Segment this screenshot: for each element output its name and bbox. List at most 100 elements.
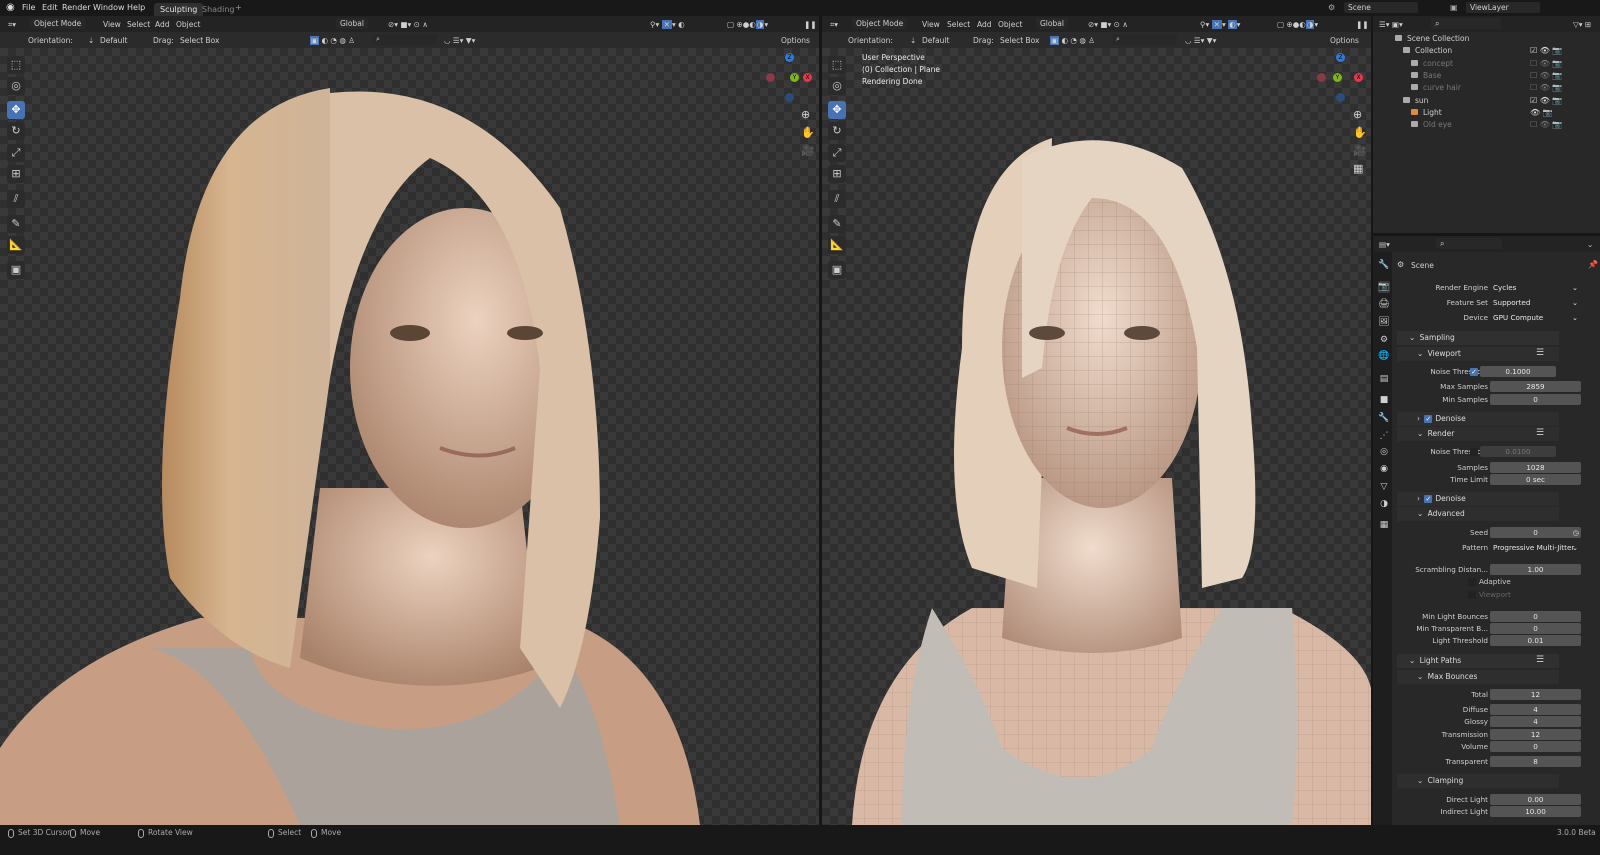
- annotate-tool-icon[interactable]: ⫽: [828, 190, 846, 208]
- checkbox[interactable]: ✓: [1424, 495, 1433, 503]
- viewport-left[interactable]: ⌗▾ Object Mode View Select Add Object Gl…: [0, 16, 819, 825]
- pause-icon[interactable]: ❚❚: [1356, 20, 1369, 29]
- shading-modes-icon[interactable]: ▢ ⊕●◐◑▾: [1277, 20, 1318, 29]
- modifier-tab-icon[interactable]: 🔧: [1378, 412, 1390, 424]
- drag-dropdown[interactable]: Select Box: [1000, 36, 1039, 45]
- editor-type-icon[interactable]: ⌗▾: [8, 20, 16, 30]
- gizmo-toggle-icon[interactable]: ⚲▾ ✕ ▾ ◐: [650, 20, 685, 29]
- select-tool-icon[interactable]: ⬚: [828, 56, 846, 74]
- field-light-threshold[interactable]: 0.01: [1490, 635, 1581, 646]
- outliner-search-icon[interactable]: ⌕: [1431, 18, 1501, 29]
- checkbox-viewport[interactable]: Viewport: [1468, 590, 1511, 599]
- panel-header-render[interactable]: ⌄ Render: [1397, 427, 1559, 441]
- move-tool-icon[interactable]: ✥: [828, 101, 846, 119]
- pin-icon[interactable]: 📌: [1588, 260, 1598, 269]
- visibility-toggles-icon[interactable]: ☐ 👁 📷: [1530, 83, 1562, 92]
- menu-edit[interactable]: Edit: [42, 3, 58, 12]
- checkbox-adaptive[interactable]: Adaptive: [1468, 577, 1511, 586]
- transform-orientation[interactable]: Global: [336, 18, 368, 29]
- properties-search-icon[interactable]: ⌕: [1436, 238, 1502, 249]
- options-dropdown[interactable]: Options: [781, 36, 810, 45]
- orientation-dropdown[interactable]: Default: [100, 36, 127, 45]
- tool-tab-icon[interactable]: 🔧: [1378, 259, 1390, 271]
- gizmo-y-axis[interactable]: Y: [790, 73, 799, 82]
- menu-help[interactable]: Help: [127, 3, 145, 12]
- pan-hand-icon[interactable]: ✋: [801, 126, 815, 139]
- outliner-item[interactable]: Light: [1411, 108, 1442, 117]
- material-tab-icon[interactable]: ◑: [1378, 498, 1390, 510]
- panel-header-denoise[interactable]: › ✓ Denoise: [1397, 412, 1559, 426]
- field-samples[interactable]: 1028: [1490, 462, 1581, 473]
- annotate-line-tool-icon[interactable]: ✎: [7, 215, 25, 233]
- field-min-samples[interactable]: 0: [1490, 394, 1581, 405]
- transform-orientation[interactable]: Global: [1036, 18, 1068, 29]
- panel-header-light-paths[interactable]: ⌄ Light Paths: [1397, 654, 1559, 668]
- gizmo-neg-x[interactable]: [1317, 73, 1326, 82]
- menu-view[interactable]: View: [103, 20, 121, 29]
- add-cube-tool-icon[interactable]: ▣: [828, 261, 846, 279]
- search-icon[interactable]: ⌕: [1112, 34, 1177, 45]
- presets-list-icon[interactable]: ☰: [1536, 348, 1544, 358]
- menu-add[interactable]: Add: [977, 20, 992, 29]
- move-tool-icon[interactable]: ✥: [7, 101, 25, 119]
- menu-select[interactable]: Select: [127, 20, 150, 29]
- scene-selector[interactable]: Scene: [1344, 2, 1418, 13]
- collection-tab-icon[interactable]: ▤: [1378, 373, 1390, 385]
- menu-render[interactable]: Render: [62, 3, 90, 12]
- clock-icon[interactable]: ◷: [1573, 527, 1579, 538]
- ortho-grid-icon[interactable]: ▦: [1353, 162, 1363, 175]
- transform-tool-icon[interactable]: ⊞: [7, 165, 25, 183]
- select-tool-icon[interactable]: ⬚: [7, 56, 25, 74]
- particles-tab-icon[interactable]: ⋰: [1378, 430, 1390, 442]
- field-render-engine[interactable]: Cycles ⌄: [1490, 282, 1581, 293]
- field-noise-threshold[interactable]: 0.0100: [1480, 446, 1556, 457]
- editor-type-icon[interactable]: ▤▾: [1379, 240, 1390, 249]
- field-device[interactable]: GPU Compute ⌄: [1490, 312, 1581, 323]
- menu-file[interactable]: File: [22, 3, 35, 12]
- options-dropdown[interactable]: Options: [1330, 36, 1359, 45]
- mode-selector[interactable]: Object Mode: [852, 18, 908, 29]
- shading-modes-icon[interactable]: ▢ ⊕●◐◑▾: [727, 20, 768, 29]
- field-time-limit[interactable]: 0 sec: [1490, 474, 1581, 485]
- field-transmission[interactable]: 12: [1490, 729, 1581, 740]
- editor-type-icon[interactable]: ☰▾ ▣▾: [1379, 20, 1403, 29]
- menu-object[interactable]: Object: [998, 20, 1022, 29]
- panel-header-sampling[interactable]: ⌄ Sampling: [1397, 331, 1559, 345]
- gizmo-neg-x[interactable]: [766, 73, 775, 82]
- scale-tool-icon[interactable]: ⤢: [7, 144, 25, 162]
- menu-object[interactable]: Object: [176, 20, 200, 29]
- visibility-toggles-icon[interactable]: 👁 📷: [1530, 108, 1553, 117]
- viewport-right[interactable]: ⌗▾ Object Mode View Select Add Object Gl…: [822, 16, 1371, 825]
- gizmo-neg-z[interactable]: [1336, 93, 1345, 102]
- outliner-item[interactable]: sun: [1403, 96, 1428, 105]
- output-tab-icon[interactable]: 🖨: [1378, 298, 1390, 310]
- blender-logo-icon[interactable]: ◉: [6, 2, 15, 13]
- checkbox[interactable]: ✓: [1470, 368, 1478, 376]
- field-glossy[interactable]: 4: [1490, 716, 1581, 727]
- field-volume[interactable]: 0: [1490, 741, 1581, 752]
- panel-header-advanced[interactable]: ⌄ Advanced: [1397, 507, 1559, 521]
- orientation-dropdown[interactable]: Default: [922, 36, 949, 45]
- search-icon[interactable]: ⌕: [372, 34, 437, 45]
- field-noise-threshold[interactable]: 0.1000: [1480, 366, 1556, 377]
- outliner-item[interactable]: Collection: [1403, 46, 1452, 55]
- view-layer-tab-icon[interactable]: 🖼: [1378, 316, 1390, 328]
- constraints-tab-icon[interactable]: ◉: [1378, 463, 1390, 475]
- texture-tab-icon[interactable]: ▦: [1378, 519, 1390, 531]
- cursor-tool-icon[interactable]: ◎: [7, 77, 25, 95]
- outliner-item[interactable]: Old eye: [1411, 120, 1452, 129]
- field-total[interactable]: 12: [1490, 689, 1581, 700]
- gizmo-y-axis[interactable]: Y: [1333, 73, 1342, 82]
- selection-mode-icons[interactable]: ▣ ◐ ◔ ◍ ♙: [310, 36, 355, 45]
- selection-mode-icons[interactable]: ▣ ◐ ◔ ◍ ♙: [1050, 36, 1095, 45]
- filter-icon[interactable]: ◡ ☰▾ ▼▾: [444, 36, 475, 45]
- field-pattern[interactable]: Progressive Multi-Jitter ⌄: [1490, 542, 1581, 553]
- field-min-light-bounces[interactable]: 0: [1490, 611, 1581, 622]
- gizmo-x-axis[interactable]: X: [1354, 73, 1363, 82]
- outliner-item[interactable]: concept: [1411, 59, 1453, 68]
- visibility-toggles-icon[interactable]: ☐ 👁 📷: [1530, 59, 1562, 68]
- field-seed[interactable]: 0 ◷: [1490, 527, 1581, 538]
- visibility-toggles-icon[interactable]: ☑ 👁 📷: [1530, 46, 1562, 55]
- gizmo-z-axis[interactable]: Z: [1336, 53, 1345, 62]
- object-tab-icon[interactable]: ■: [1378, 394, 1390, 406]
